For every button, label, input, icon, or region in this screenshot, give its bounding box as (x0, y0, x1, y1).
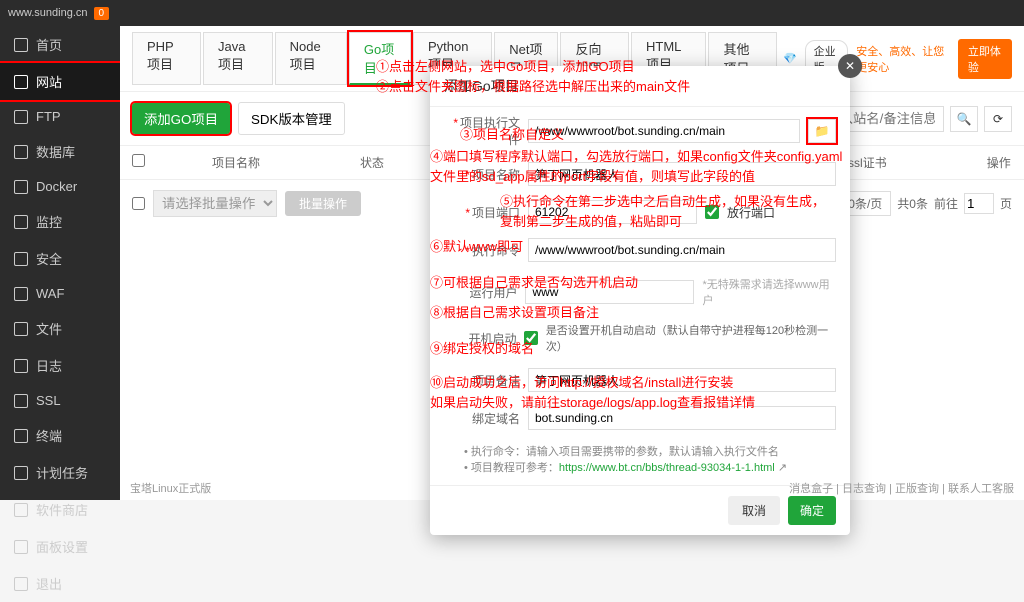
gear-icon (14, 540, 28, 554)
tab-go[interactable]: Go项目 (349, 32, 411, 85)
db-icon (14, 145, 28, 159)
sidebar-item-db[interactable]: 数据库 (0, 133, 120, 170)
browser-topbar: www.sunding.cn 0 (0, 0, 1024, 26)
tab-php[interactable]: PHP项目 (132, 32, 201, 85)
add-go-modal: ✕ 添加Go项目 项目执行文件📁 项目名称 项目端口放行端口 执行命令 运行用户… (430, 66, 850, 535)
domain-input[interactable] (528, 406, 836, 430)
log-icon (14, 359, 28, 373)
cmd-input[interactable] (528, 238, 836, 262)
modal-title: 添加Go项目 (430, 66, 850, 107)
footer: 宝塔Linux正式版 消息盒子 | 日志查询 | 正版查询 | 联系人工客服 (130, 480, 1014, 496)
ok-button[interactable]: 确定 (788, 496, 836, 525)
ftp-icon (14, 110, 28, 124)
boot-text: 是否设置开机自动启动（默认自带守护进程每120秒检测一次） (546, 322, 836, 354)
port-allow-checkbox[interactable] (705, 205, 719, 219)
content-area: PHP项目 Java项目 Node项目 Go项目 Python项目 Net项目 … (120, 26, 1024, 500)
notif-badge[interactable]: 0 (94, 7, 110, 20)
tutorial-link[interactable]: https://www.bt.cn/bbs/thread-93034-1-1.h… (559, 462, 775, 474)
globe-icon (14, 75, 28, 89)
close-icon[interactable]: ✕ (838, 54, 862, 78)
name-input[interactable] (528, 162, 836, 186)
page-total: 共0条 (897, 195, 928, 212)
slogan: 安全、高效、让您更安心 (856, 43, 950, 75)
user-hint: *无特殊需求请选择www用户 (702, 276, 836, 308)
waf-icon (14, 287, 28, 301)
terminal-icon (14, 429, 28, 443)
port-input[interactable] (528, 200, 697, 224)
note-input[interactable] (528, 368, 836, 392)
boot-checkbox[interactable] (524, 331, 537, 345)
lock-icon (14, 394, 28, 408)
batch-apply-button[interactable]: 批量操作 (285, 191, 361, 216)
exit-icon (14, 577, 28, 591)
tab-node[interactable]: Node项目 (275, 32, 347, 85)
docker-icon (14, 180, 28, 194)
footer-left: 宝塔Linux正式版 (130, 480, 211, 496)
cmd-label: 执行命令 (444, 242, 520, 259)
sidebar-item-waf[interactable]: WAF (0, 277, 120, 310)
sidebar-item-files[interactable]: 文件 (0, 310, 120, 347)
clock-icon (14, 466, 28, 480)
sidebar-item-security[interactable]: 安全 (0, 240, 120, 277)
sidebar-item-docker[interactable]: Docker (0, 170, 120, 203)
add-go-button[interactable]: 添加GO项目 (132, 103, 230, 134)
sdk-button[interactable]: SDK版本管理 (238, 102, 345, 135)
sidebar-item-website[interactable]: 网站 (0, 63, 120, 100)
shield-icon (14, 252, 28, 266)
monitor-icon (14, 215, 28, 229)
page-goto: 前往 (934, 195, 958, 212)
sidebar: 首页 网站 FTP 数据库 Docker 监控 安全 WAF 文件 日志 SSL… (0, 26, 120, 500)
refresh-icon[interactable]: ⟳ (984, 106, 1012, 132)
sidebar-item-settings[interactable]: 面板设置 (0, 528, 120, 565)
select-all-checkbox[interactable] (132, 154, 145, 167)
folder-icon (14, 322, 28, 336)
boot-label: 开机启动 (444, 330, 516, 347)
sidebar-item-terminal[interactable]: 终端 (0, 417, 120, 454)
modal-notes: • 执行命令：请输入项目需要携带的参数，默认请输入执行文件名 • 项目教程可参考… (430, 437, 850, 485)
page-unit: 页 (1000, 195, 1012, 212)
batch-select[interactable]: 请选择批量操作 (153, 190, 277, 217)
user-label: 运行用户 (444, 284, 517, 301)
footer-right[interactable]: 消息盒子 | 日志查询 | 正版查询 | 联系人工客服 (789, 480, 1014, 496)
sidebar-item-ssl[interactable]: SSL (0, 384, 120, 417)
search-icon[interactable]: 🔍 (950, 106, 978, 132)
exec-input[interactable] (528, 119, 800, 143)
col-status: 状态 (360, 154, 384, 171)
batch-checkbox[interactable] (132, 197, 145, 210)
sidebar-item-ftp[interactable]: FTP (0, 100, 120, 133)
diamond-icon: 💎 (783, 52, 797, 65)
trial-button[interactable]: 立即体验 (958, 39, 1012, 79)
domain-label: 绑定域名 (444, 410, 520, 427)
sidebar-item-exit[interactable]: 退出 (0, 565, 120, 602)
sidebar-item-store[interactable]: 软件商店 (0, 491, 120, 528)
sidebar-item-home[interactable]: 首页 (0, 26, 120, 63)
home-icon (14, 38, 28, 52)
col-ssl: ssl证书 (848, 154, 887, 171)
col-op: 操作 (987, 154, 1011, 171)
tab-java[interactable]: Java项目 (203, 32, 273, 85)
store-icon (14, 503, 28, 517)
note-label: 项目备注 (444, 372, 520, 389)
sidebar-item-monitor[interactable]: 监控 (0, 203, 120, 240)
folder-icon[interactable]: 📁 (808, 119, 836, 143)
page-input[interactable] (964, 193, 994, 214)
name-label: 项目名称 (444, 166, 520, 183)
cancel-button[interactable]: 取消 (728, 496, 780, 525)
port-label: 项目端口 (444, 204, 520, 221)
exec-label: 项目执行文件 (444, 114, 520, 148)
sidebar-item-cron[interactable]: 计划任务 (0, 454, 120, 491)
url-text: www.sunding.cn (8, 7, 88, 19)
port-allow-label: 放行端口 (727, 204, 775, 221)
col-name: 项目名称 (212, 154, 260, 171)
sidebar-item-logs[interactable]: 日志 (0, 347, 120, 384)
user-input[interactable] (525, 280, 694, 304)
